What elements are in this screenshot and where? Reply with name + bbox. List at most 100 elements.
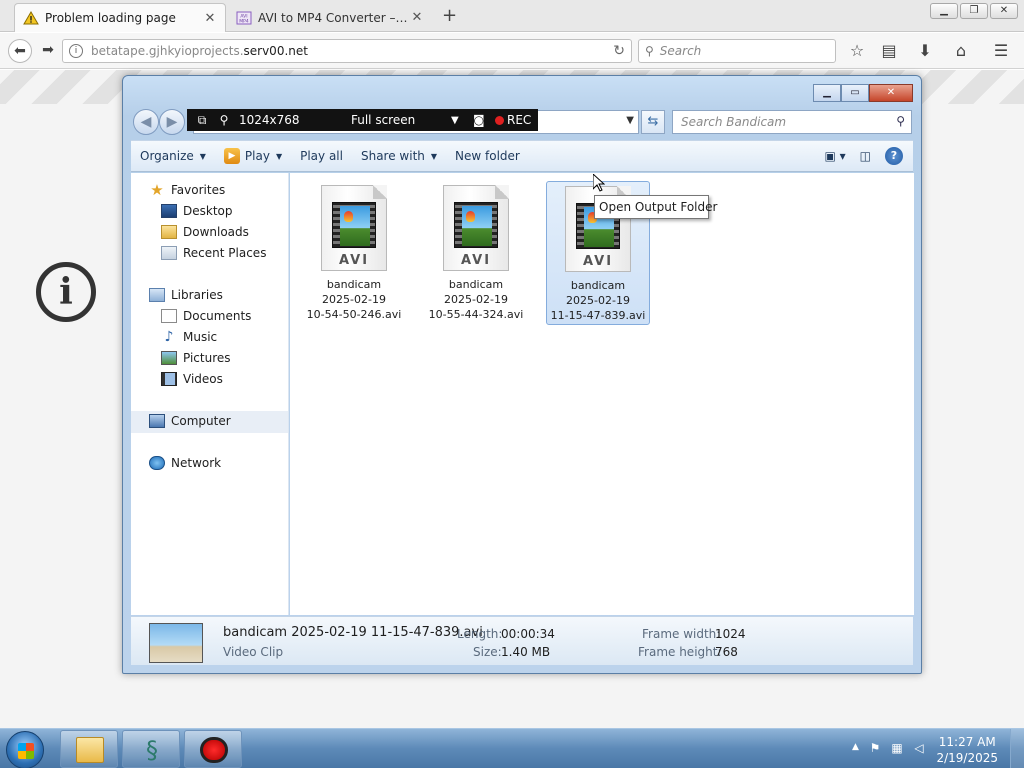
capture-mode[interactable]: Full screen bbox=[351, 113, 451, 127]
nav-documents[interactable]: Documents bbox=[161, 309, 251, 323]
url-prefix: betatape.gjhkyio bbox=[91, 44, 192, 58]
new-folder-button[interactable]: New folder bbox=[446, 149, 529, 163]
taskbar-explorer-button[interactable] bbox=[60, 730, 118, 768]
nav-label: Recent Places bbox=[183, 246, 267, 260]
action-center-flag-icon[interactable]: ⚑ bbox=[868, 741, 882, 755]
minimize-icon[interactable]: ▁ bbox=[813, 84, 841, 102]
help-icon[interactable]: ? bbox=[885, 147, 903, 165]
nav-recent-places[interactable]: Recent Places bbox=[161, 246, 266, 260]
maximize-icon[interactable]: ▭ bbox=[841, 84, 869, 102]
chevron-down-icon[interactable]: ▼ bbox=[626, 115, 634, 126]
tab-problem-loading[interactable]: Problem loading page ✕ bbox=[14, 3, 226, 32]
tab-avi-converter[interactable]: AVIMP4 AVI to MP4 Converter – 100% Fre ✕ bbox=[228, 3, 432, 32]
show-hidden-icons-icon[interactable]: ▲ bbox=[852, 742, 859, 752]
site-info-icon[interactable]: i bbox=[69, 44, 83, 58]
nav-computer[interactable]: Computer bbox=[149, 414, 231, 428]
windows-logo-icon bbox=[18, 743, 34, 759]
browser-nav-bar: ⬅ ➡ i betatape.gjhkyio projects. serv00.ne… bbox=[0, 33, 1024, 69]
start-button[interactable] bbox=[6, 731, 44, 768]
forward-icon[interactable]: ▶ bbox=[159, 109, 185, 135]
play-label: Play bbox=[244, 149, 270, 163]
change-view-icon[interactable]: ▣ ▾ bbox=[824, 149, 845, 163]
explorer-window-controls: ▁ ▭ ✕ bbox=[813, 84, 913, 102]
share-with-button[interactable]: Share with ▼ bbox=[352, 149, 446, 163]
desktop-icon bbox=[161, 204, 177, 218]
nav-videos[interactable]: Videos bbox=[161, 372, 223, 386]
nav-label: Music bbox=[183, 330, 218, 344]
nav-desktop[interactable]: Desktop bbox=[161, 204, 233, 218]
new-tab-icon[interactable]: + bbox=[442, 5, 457, 26]
browser-window-controls: ▁ ❐ ✕ bbox=[930, 3, 1018, 19]
play-icon: ▶ bbox=[223, 148, 240, 164]
close-tab-icon[interactable]: ✕ bbox=[203, 11, 217, 26]
organize-label: Organize bbox=[140, 149, 194, 163]
downloads-folder-icon bbox=[161, 225, 177, 239]
nav-label: Documents bbox=[183, 309, 252, 323]
nav-favorites[interactable]: ★ Favorites bbox=[149, 183, 225, 198]
file-item[interactable]: AVI bandicam 2025-02-19 10-54-50-246.avi bbox=[302, 181, 406, 325]
folder-icon bbox=[76, 737, 104, 763]
nav-pictures[interactable]: Pictures bbox=[161, 351, 231, 365]
home-icon[interactable]: ⌂ bbox=[950, 41, 972, 61]
volume-muted-icon[interactable]: ◁ bbox=[912, 741, 926, 755]
restore-icon[interactable]: ❐ bbox=[960, 3, 988, 19]
close-tab-icon[interactable]: ✕ bbox=[410, 10, 424, 25]
warning-icon bbox=[23, 11, 39, 25]
search-placeholder: Search Bandicam bbox=[681, 115, 787, 129]
back-icon[interactable]: ◀ bbox=[133, 109, 159, 135]
show-desktop-button[interactable] bbox=[1010, 729, 1024, 768]
explorer-window: ▁ ▭ ✕ ◀ ▶ n ▼ ⇆ Search Bandicam ⚲ Organi… bbox=[122, 75, 922, 674]
length-value: 00:00:34 bbox=[501, 627, 555, 641]
frame-width-value: 1024 bbox=[715, 627, 746, 641]
file-list: AVI bandicam 2025-02-19 10-54-50-246.avi… bbox=[290, 173, 914, 615]
chevron-down-icon[interactable]: ▼ bbox=[451, 115, 467, 126]
clock-time: 11:27 AM bbox=[938, 735, 996, 749]
reading-list-icon[interactable]: ▤ bbox=[878, 41, 900, 61]
file-item[interactable]: AVI bandicam 2025-02-19 10-55-44-324.avi bbox=[424, 181, 528, 325]
browser-search-input[interactable]: ⚲ Search bbox=[638, 39, 836, 63]
chevron-down-icon: ▼ bbox=[199, 151, 206, 161]
nav-label: Downloads bbox=[183, 225, 249, 239]
nav-downloads[interactable]: Downloads bbox=[161, 225, 249, 239]
forward-icon[interactable]: ➡ bbox=[36, 39, 60, 63]
record-button[interactable]: REC bbox=[495, 113, 531, 127]
play-all-button[interactable]: Play all bbox=[291, 149, 352, 163]
record-dot-icon bbox=[495, 115, 504, 125]
play-button[interactable]: ▶ Play ▼ bbox=[215, 148, 291, 164]
url-bar[interactable]: i betatape.gjhkyio projects. serv00.net ↻ bbox=[62, 39, 632, 63]
network-icon bbox=[149, 456, 165, 470]
size-label: Size: bbox=[473, 645, 502, 659]
camera-icon[interactable]: ◙ bbox=[473, 113, 491, 127]
back-icon[interactable]: ⬅ bbox=[8, 39, 32, 63]
capture-size[interactable]: 1024x768 bbox=[239, 113, 329, 127]
record-label: REC bbox=[507, 113, 532, 127]
length-label: Length: bbox=[457, 627, 503, 641]
zoom-icon[interactable]: ⚲ bbox=[217, 113, 231, 127]
menu-icon[interactable]: ☰ bbox=[990, 41, 1012, 61]
chevron-down-icon: ▼ bbox=[430, 151, 438, 161]
window-select-icon[interactable]: ⧉ bbox=[195, 113, 209, 128]
play-all-label: Play all bbox=[300, 149, 343, 163]
taskbar-bandicam-button[interactable] bbox=[184, 730, 242, 768]
organize-button[interactable]: Organize ▼ bbox=[131, 149, 215, 163]
downloads-icon[interactable]: ⬇ bbox=[914, 41, 936, 61]
close-icon[interactable]: ✕ bbox=[869, 84, 913, 102]
nav-network[interactable]: Network bbox=[149, 456, 221, 470]
browser-tab-bar: Problem loading page ✕ AVI MP4 AVI to MP4… bbox=[0, 0, 1024, 32]
music-icon: ♪ bbox=[164, 329, 174, 345]
taskbar-dragon-button[interactable]: § bbox=[122, 730, 180, 768]
close-icon[interactable]: ✕ bbox=[990, 3, 1018, 19]
refresh-icon[interactable]: ⇆ bbox=[641, 110, 665, 134]
clock[interactable]: 11:27 AM 2/19/2025 bbox=[936, 734, 998, 766]
network-status-icon[interactable]: ▦ bbox=[890, 741, 904, 755]
url-mid: projects. bbox=[191, 44, 244, 58]
nav-label: Network bbox=[171, 456, 222, 470]
minimize-icon[interactable]: ▁ bbox=[930, 3, 958, 19]
nav-music[interactable]: ♪ Music bbox=[161, 329, 218, 345]
nav-libraries[interactable]: Libraries bbox=[149, 288, 223, 302]
bookmark-star-icon[interactable]: ☆ bbox=[846, 41, 868, 61]
frame-width-label: Frame width: bbox=[642, 627, 721, 641]
reload-icon[interactable]: ↻ bbox=[613, 43, 625, 59]
preview-pane-icon[interactable]: ◫ bbox=[860, 149, 871, 163]
explorer-search-input[interactable]: Search Bandicam ⚲ bbox=[672, 110, 912, 134]
